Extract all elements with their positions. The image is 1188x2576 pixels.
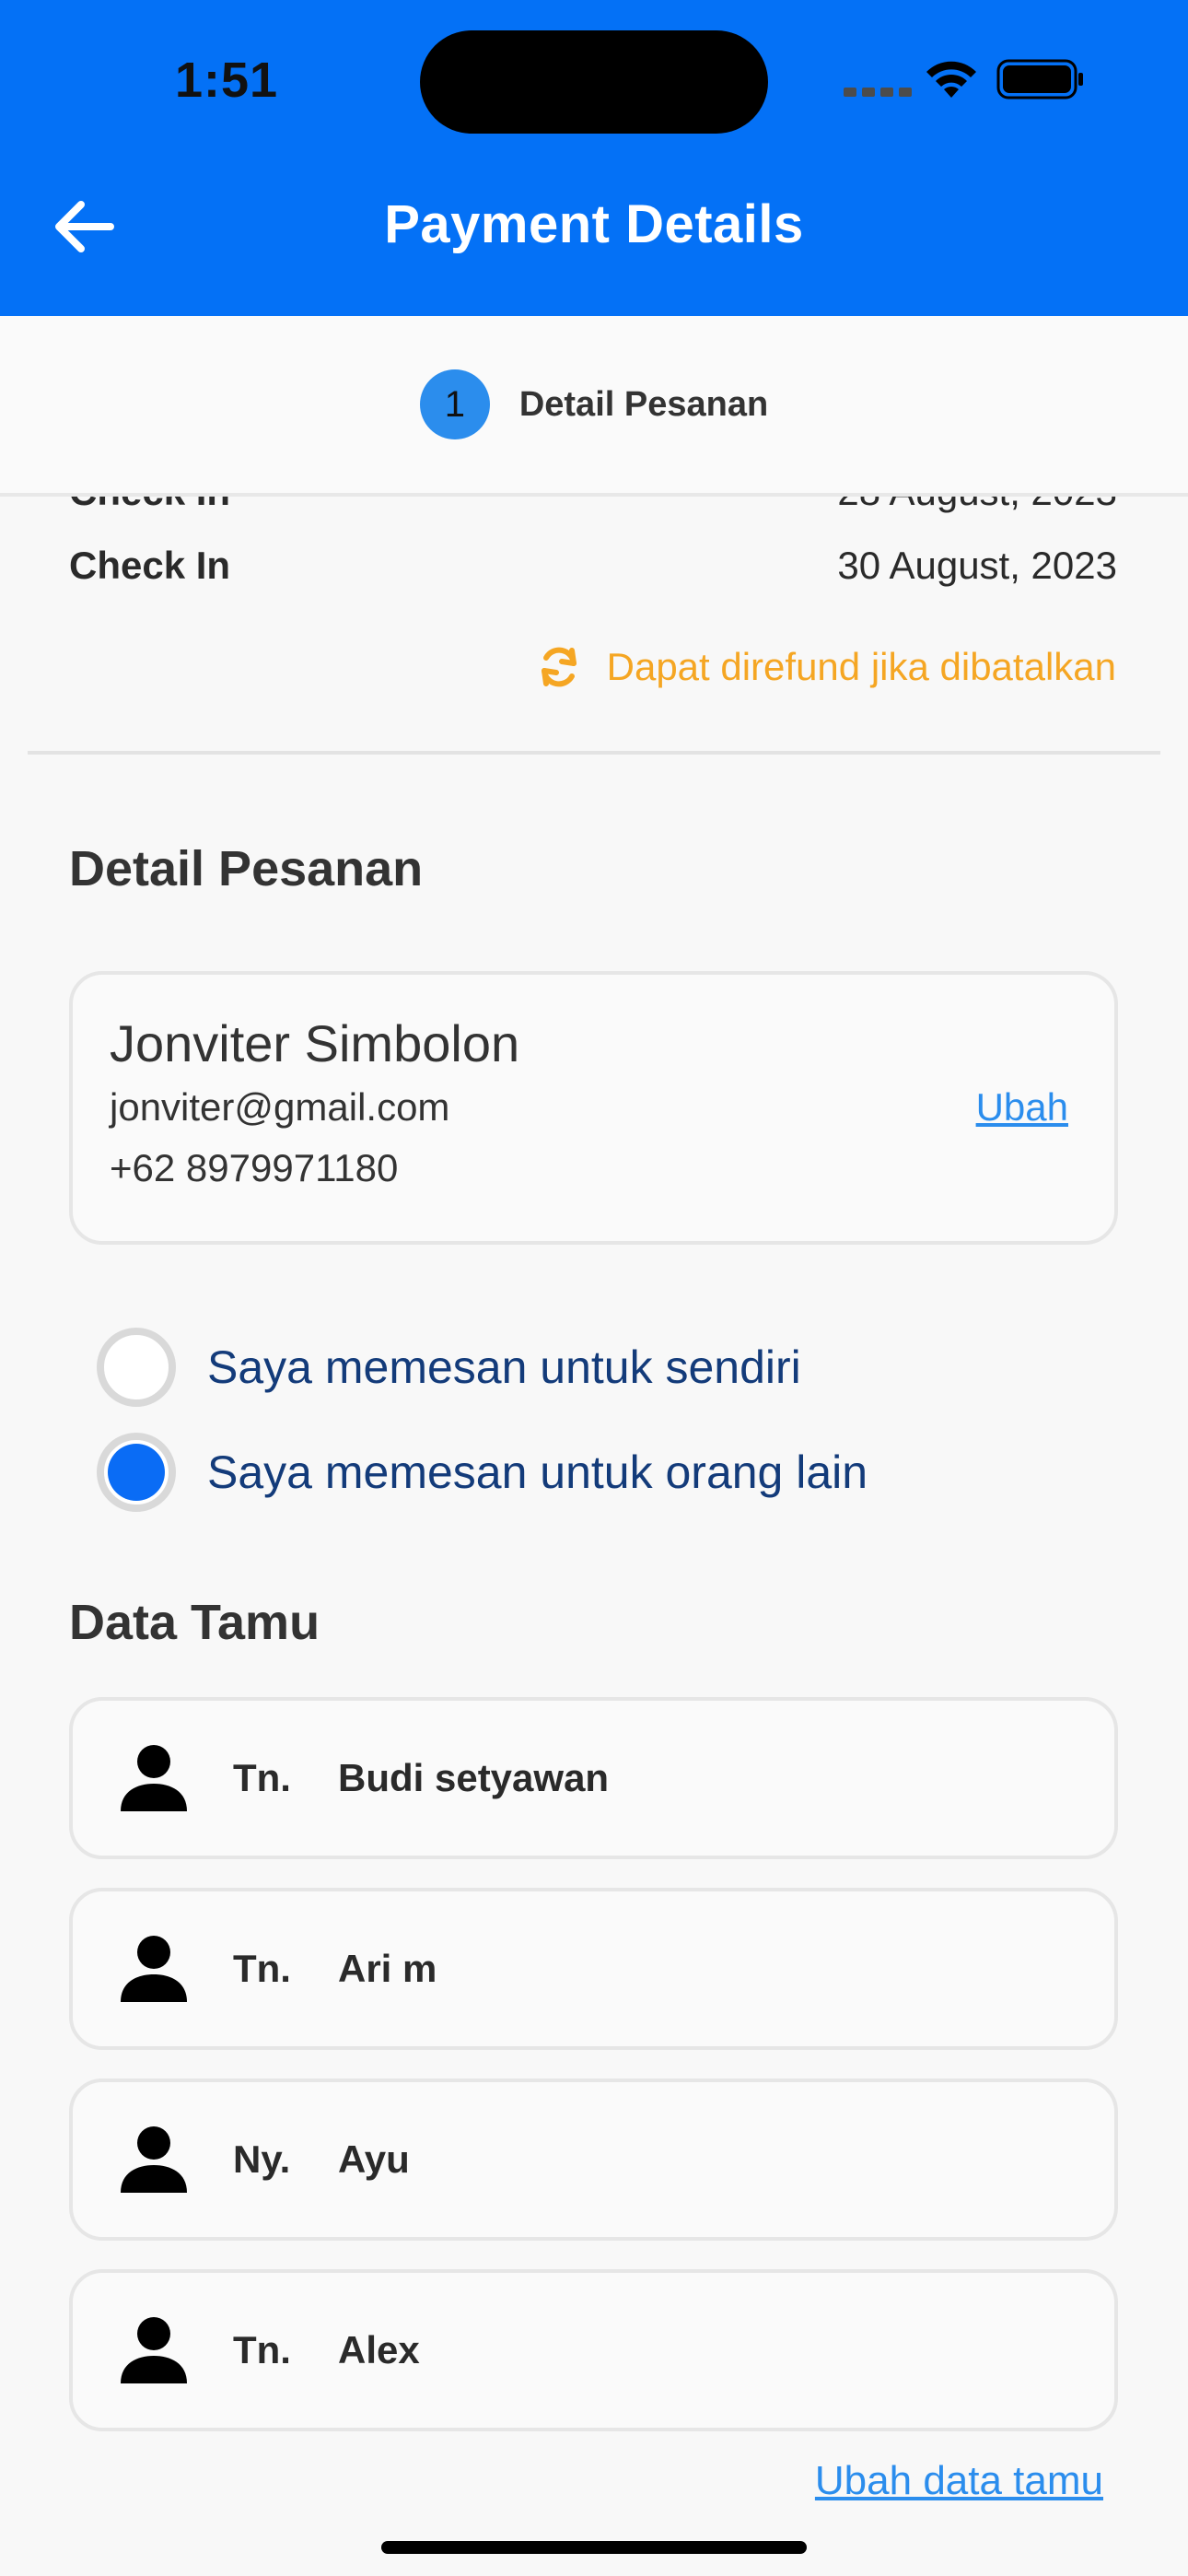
guest-card[interactable]: Tn. Alex <box>69 2269 1118 2431</box>
guest-title: Ny. <box>233 2137 291 2181</box>
guest-name: Ayu <box>338 2137 410 2181</box>
contact-name: Jonviter Simbolon <box>110 1014 520 1072</box>
refresh-icon <box>541 647 577 687</box>
person-icon <box>121 2126 187 2193</box>
home-indicator[interactable] <box>381 2541 807 2554</box>
check-in-row: Check In 30 August, 2023 <box>69 544 1117 588</box>
guest-card[interactable]: Tn. Ari m <box>69 1888 1118 2050</box>
page-title: Payment Details <box>384 194 804 254</box>
radio-label: Saya memesan untuk sendiri <box>207 1341 801 1393</box>
contact-email: jonviter@gmail.com <box>110 1085 450 1129</box>
edit-guests-link[interactable]: Ubah data tamu <box>815 2458 1103 2504</box>
radio-button-selected[interactable] <box>97 1433 176 1512</box>
guest-title: Tn. <box>233 1756 291 1799</box>
radio-book-for-self[interactable]: Saya memesan untuk sendiri <box>97 1328 801 1407</box>
radio-book-for-others[interactable]: Saya memesan untuk orang lain <box>97 1433 868 1512</box>
contact-phone: +62 8979971180 <box>110 1146 399 1189</box>
divider <box>28 751 1160 755</box>
guest-data-heading: Data Tamu <box>69 1595 320 1650</box>
guest-name: Alex <box>338 2328 420 2371</box>
radio-label: Saya memesan untuk orang lain <box>207 1446 868 1498</box>
app-header: 1:51 Payment Details <box>0 0 1188 316</box>
person-icon <box>121 1745 187 1811</box>
status-time: 1:51 <box>175 53 279 108</box>
guest-name: Ari m <box>338 1947 437 1990</box>
check-in-date: 30 August, 2023 <box>837 544 1117 587</box>
order-detail-heading: Detail Pesanan <box>69 841 424 896</box>
person-icon <box>121 2317 187 2383</box>
guest-card[interactable]: Tn. Budi setyawan <box>69 1697 1118 1859</box>
person-icon <box>121 1936 187 2002</box>
progress-stepper: 1 Detail Pesanan <box>0 316 1188 497</box>
cellular-signal-icon <box>844 88 912 97</box>
radio-button-unselected[interactable] <box>97 1328 176 1407</box>
guest-card[interactable]: Ny. Ayu <box>69 2078 1118 2241</box>
dynamic-island <box>420 30 768 134</box>
check-in-label: Check In <box>69 544 231 587</box>
refund-text: Dapat direfund jika dibatalkan <box>606 645 1116 688</box>
contact-card: Jonviter Simbolon jonviter@gmail.com +62… <box>69 971 1118 1245</box>
refund-note: Dapat direfund jika dibatalkan <box>537 645 1116 689</box>
step-number-badge: 1 <box>419 369 490 439</box>
guest-title: Tn. <box>233 1947 291 1990</box>
battery-icon <box>996 59 1083 100</box>
wifi-icon <box>926 61 976 98</box>
guest-name: Budi setyawan <box>338 1756 610 1799</box>
guest-title: Tn. <box>233 2328 291 2371</box>
edit-contact-link[interactable]: Ubah <box>976 1085 1068 1130</box>
step-label: Detail Pesanan <box>518 384 769 424</box>
